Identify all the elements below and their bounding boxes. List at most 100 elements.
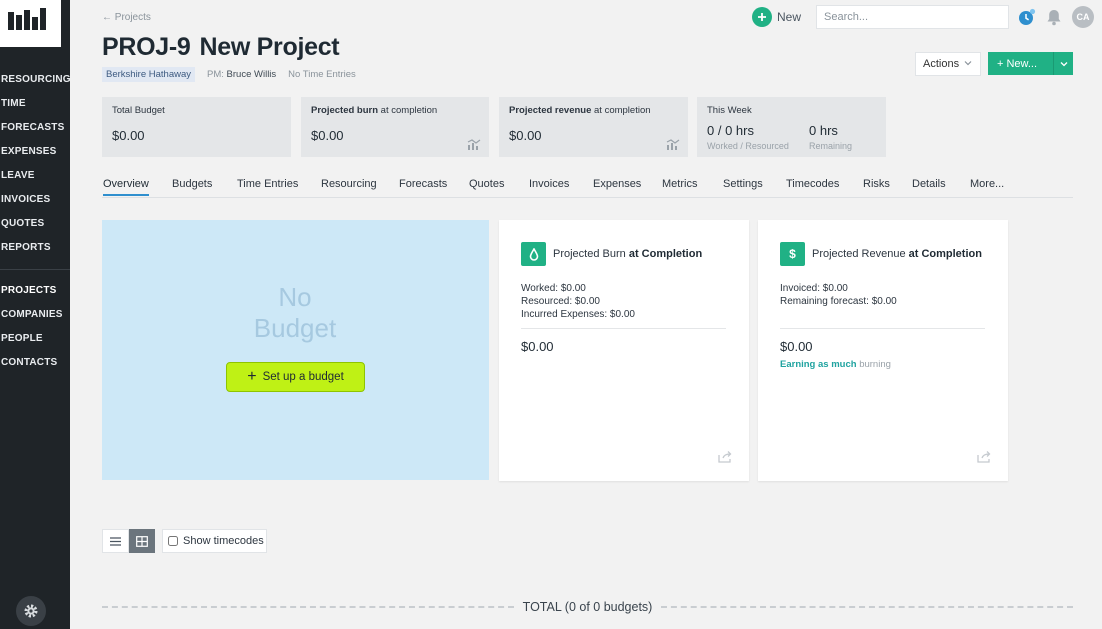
pm-name: Bruce Willis <box>226 69 277 80</box>
list-view-button[interactable] <box>102 529 129 553</box>
worked-value: 0 / 0 hrs <box>707 123 754 138</box>
sidebar-item-leave[interactable]: LEAVE <box>0 164 70 188</box>
logo-mark-icon <box>8 8 46 30</box>
chart-icon[interactable] <box>666 138 680 150</box>
bell-icon <box>1047 10 1061 26</box>
show-timecodes-toggle[interactable]: Show timecodes <box>162 529 267 553</box>
tab-details[interactable]: Details <box>912 178 946 190</box>
sidebar-item-companies[interactable]: COMPANIES <box>0 303 70 327</box>
timer-button[interactable] <box>1018 8 1036 26</box>
card-divider <box>521 328 726 329</box>
burn-worked: Worked: $0.00 <box>521 283 586 294</box>
budgets-total: TOTAL (0 of 0 budgets) <box>102 598 1074 616</box>
sidebar-item-forecasts[interactable]: FORECASTS <box>0 116 70 140</box>
time-entries-status: No Time Entries <box>288 69 356 80</box>
sidebar-item-time[interactable]: TIME <box>0 92 70 116</box>
pm-label: PM: <box>207 69 224 80</box>
chevron-down-icon <box>1060 61 1067 66</box>
notifications-button[interactable] <box>1046 8 1062 26</box>
sidebar-item-expenses[interactable]: EXPENSES <box>0 140 70 164</box>
card-title: Projected Revenue at Completion <box>812 248 982 260</box>
setup-budget-button[interactable]: + Set up a budget <box>226 362 365 392</box>
tab-budgets[interactable]: Budgets <box>172 178 212 190</box>
burn-total: $0.00 <box>521 339 554 354</box>
tab-overview[interactable]: Overview <box>103 178 149 196</box>
grid-view-button[interactable] <box>128 529 155 553</box>
new-item-label: + New... <box>997 57 1038 70</box>
setup-budget-label: Set up a budget <box>262 371 344 383</box>
stat-projected-burn: Projected burn at completion $0.00 <box>301 97 489 157</box>
droplet-icon <box>521 242 546 266</box>
sidebar-item-contacts[interactable]: CONTACTS <box>0 351 70 375</box>
breadcrumb-projects[interactable]: ← Projects <box>102 12 151 23</box>
stat-value: $0.00 <box>112 128 145 143</box>
project-manager: PM: Bruce Willis <box>207 69 276 80</box>
earning-status: Earning as much burning <box>780 359 891 370</box>
stat-label: Total Budget <box>112 105 165 116</box>
stat-label: Projected burn at completion <box>311 105 438 116</box>
user-avatar[interactable]: CA <box>1072 6 1094 28</box>
worked-resourced: 0 / 0 hrs Worked / Resourced <box>707 123 789 151</box>
remaining-sub: Remaining <box>809 141 853 151</box>
actions-dropdown[interactable]: Actions <box>915 52 981 76</box>
stat-total-budget: Total Budget $0.00 <box>102 97 291 157</box>
projected-burn-card: Projected Burn at Completion Worked: $0.… <box>499 220 749 481</box>
remaining-value: 0 hrs <box>809 123 838 138</box>
tab-resourcing[interactable]: Resourcing <box>321 178 377 190</box>
project-tabs: Overview Budgets Time Entries Resourcing… <box>102 178 1073 198</box>
gear-icon <box>24 604 38 618</box>
burn-incurred: Incurred Expenses: $0.00 <box>521 309 635 320</box>
card-divider <box>780 328 985 329</box>
share-icon[interactable] <box>718 450 733 463</box>
top-new-label: New <box>777 10 802 24</box>
stat-value: $0.00 <box>509 128 542 143</box>
share-icon[interactable] <box>977 450 992 463</box>
card-title: Projected Burn at Completion <box>553 248 703 260</box>
new-item-dropdown-toggle[interactable] <box>1053 52 1073 75</box>
sidebar-divider <box>0 269 70 270</box>
project-code: PROJ-9 <box>102 33 191 61</box>
tab-forecasts[interactable]: Forecasts <box>399 178 447 190</box>
sidebar-item-resourcing[interactable]: RESOURCING <box>0 68 70 92</box>
dashed-line-left <box>102 606 514 608</box>
tab-expenses[interactable]: Expenses <box>593 178 641 190</box>
plus-icon: + <box>247 368 257 385</box>
sidebar-nav-primary: RESOURCING TIME FORECASTS EXPENSES LEAVE… <box>0 68 70 260</box>
new-item-button[interactable]: + New... <box>988 52 1073 75</box>
dollar-icon: $ <box>780 242 805 266</box>
stat-label: Projected revenue at completion <box>509 105 651 116</box>
tab-time-entries[interactable]: Time Entries <box>237 178 298 190</box>
project-meta: Berkshire Hathaway PM: Bruce Willis No T… <box>102 67 356 82</box>
top-new-button[interactable]: New <box>752 7 801 27</box>
sidebar: RESOURCING TIME FORECASTS EXPENSES LEAVE… <box>0 0 70 629</box>
tab-quotes[interactable]: Quotes <box>469 178 504 190</box>
tab-invoices[interactable]: Invoices <box>529 178 569 190</box>
app-logo[interactable] <box>0 0 61 47</box>
tab-settings[interactable]: Settings <box>723 178 763 190</box>
worked-sub: Worked / Resourced <box>707 141 789 151</box>
revenue-breakdown: Invoiced: $0.00 Remaining forecast: $0.0… <box>780 282 897 308</box>
client-badge[interactable]: Berkshire Hathaway <box>102 67 196 82</box>
sidebar-item-projects[interactable]: PROJECTS <box>0 279 70 303</box>
list-icon <box>109 536 121 546</box>
chart-icon[interactable] <box>467 138 481 150</box>
project-name: New Project <box>199 33 340 61</box>
burn-resourced: Resourced: $0.00 <box>521 296 600 307</box>
sidebar-item-invoices[interactable]: INVOICES <box>0 188 70 212</box>
tab-timecodes[interactable]: Timecodes <box>786 178 839 190</box>
sidebar-item-people[interactable]: PEOPLE <box>0 327 70 351</box>
sidebar-item-reports[interactable]: REPORTS <box>0 236 70 260</box>
plus-circle-icon <box>752 7 772 27</box>
no-budget-panel: No Budget + Set up a budget <box>102 220 489 480</box>
search-input[interactable] <box>816 5 1009 29</box>
tab-metrics[interactable]: Metrics <box>662 178 697 190</box>
show-timecodes-checkbox[interactable] <box>168 536 178 546</box>
settings-button[interactable] <box>16 596 46 626</box>
clock-icon <box>1019 8 1036 25</box>
tab-risks[interactable]: Risks <box>863 178 890 190</box>
tab-more[interactable]: More... <box>970 178 1004 190</box>
sidebar-item-quotes[interactable]: QUOTES <box>0 212 70 236</box>
stat-label: This Week <box>707 105 752 116</box>
projected-revenue-card: $ Projected Revenue at Completion Invoic… <box>758 220 1008 481</box>
sidebar-nav-secondary: PROJECTS COMPANIES PEOPLE CONTACTS <box>0 279 70 375</box>
